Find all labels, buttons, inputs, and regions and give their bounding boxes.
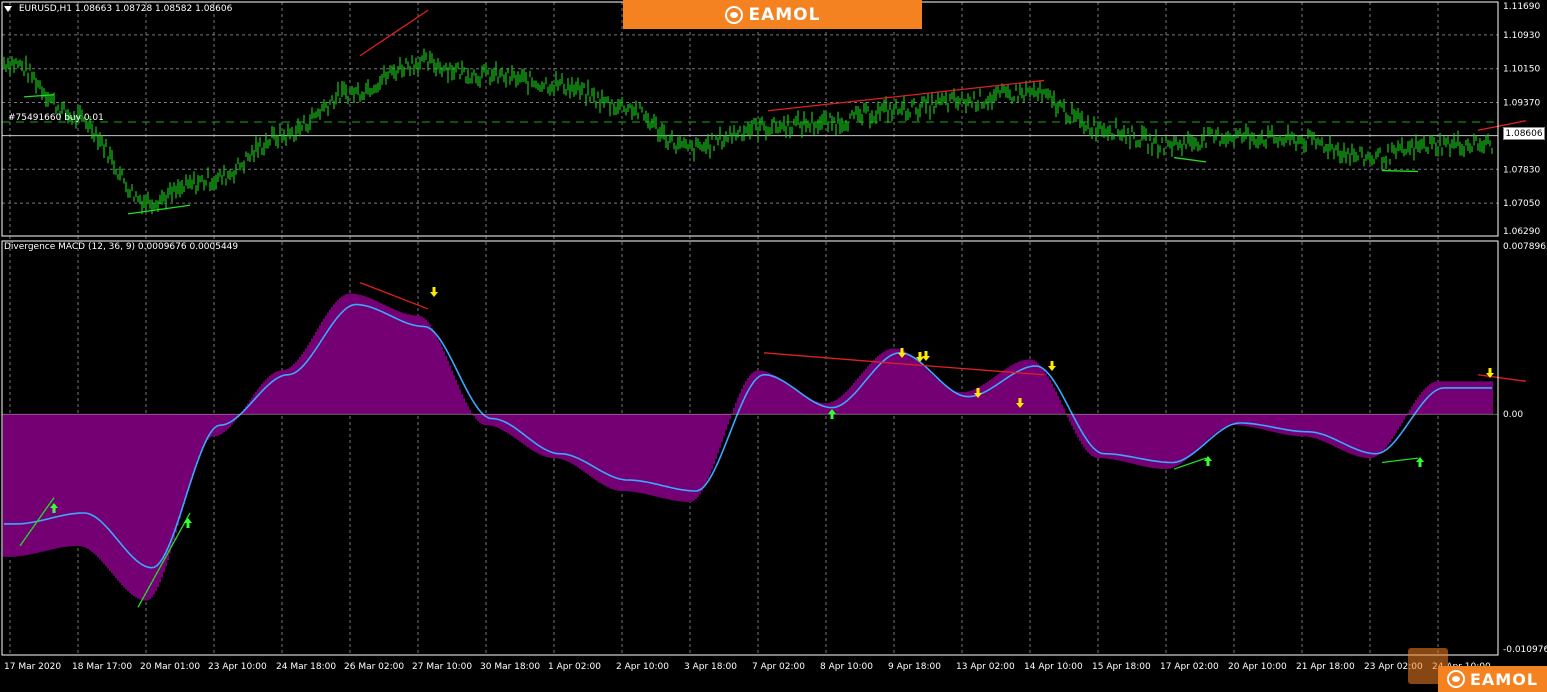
buy-arrow-icon xyxy=(184,518,192,528)
time-axis-label: 20 Apr 10:00 xyxy=(1228,662,1287,672)
time-axis-label: 24 Mar 18:00 xyxy=(276,662,336,672)
bearish-divergence-line xyxy=(767,79,1045,112)
time-axis-label: 30 Mar 18:00 xyxy=(480,662,540,672)
macd-bullish-divergence-line xyxy=(19,497,55,547)
macd-axis-label: -0.0109763 xyxy=(1503,645,1547,655)
brand-banner: EAMOL xyxy=(623,0,922,29)
arrow-shape xyxy=(184,518,192,528)
sell-arrow-icon xyxy=(430,287,438,297)
time-axis-label: 23 Apr 10:00 xyxy=(208,662,267,672)
arrow-shape xyxy=(1016,398,1024,408)
macd-signal-line xyxy=(4,303,1492,569)
price-pane-border xyxy=(1,1,1499,237)
brand-banner-text: EAMOL xyxy=(748,4,821,25)
arrow-shape xyxy=(50,503,58,513)
time-axis-label: 17 Mar 2020 xyxy=(4,662,61,672)
time-axis-label: 21 Apr 18:00 xyxy=(1296,662,1355,672)
brand-corner-logo-icon xyxy=(1446,670,1465,688)
bullish-divergence-line xyxy=(1173,156,1207,163)
time-axis-label: 8 Apr 10:00 xyxy=(820,662,873,672)
brand-logo-icon xyxy=(724,5,743,24)
buy-arrow-icon xyxy=(1204,456,1212,466)
macd-bullish-divergence-line xyxy=(1173,457,1207,470)
time-axis-label: 20 Mar 01:00 xyxy=(140,662,200,672)
chart-grid xyxy=(2,1,1498,655)
sell-arrow-icon xyxy=(922,351,930,361)
current-price-tag: 1.08606 xyxy=(1503,127,1545,140)
time-axis-label: 27 Mar 10:00 xyxy=(412,662,472,672)
sell-arrow-icon xyxy=(1048,361,1056,371)
indicator-label: Divergence MACD (12, 36, 9) 0.0009676 0.… xyxy=(4,242,239,252)
macd-pane-border xyxy=(1,240,1499,656)
brand-corner-text: EAMOL xyxy=(1469,669,1539,689)
price-axis-label: 1.07050 xyxy=(1503,199,1540,209)
time-axis-label: 15 Apr 18:00 xyxy=(1092,662,1151,672)
price-axis-label: 1.06290 xyxy=(1503,227,1540,237)
time-axis-label: 3 Apr 18:00 xyxy=(684,662,737,672)
price-axis-label: 1.10930 xyxy=(1503,31,1540,41)
macd-axis-label: 0.0078963 xyxy=(1503,242,1547,252)
price-axis-label: 1.07830 xyxy=(1503,165,1540,175)
symbol-label: EURUSD,H1 xyxy=(18,4,72,14)
order-label[interactable]: #75491660 buy 0.01 xyxy=(8,113,104,123)
time-axis-label: 26 Mar 02:00 xyxy=(344,662,404,672)
sell-arrow-icon xyxy=(898,348,906,358)
time-axis-label: 7 Apr 02:00 xyxy=(752,662,805,672)
chart-axes: 1.11690 1.10930 1.10150 1.09370 1.07830 1.070… xyxy=(1,1,1547,672)
time-axis-label: 14 Apr 10:00 xyxy=(1024,662,1083,672)
macd-pane[interactable] xyxy=(2,281,1527,608)
time-axis-label: 17 Apr 02:00 xyxy=(1160,662,1219,672)
macd-bullish-divergence-line xyxy=(1381,457,1419,464)
time-axis-label: 13 Apr 02:00 xyxy=(956,662,1015,672)
price-axis-label: 1.11690 xyxy=(1503,2,1540,12)
macd-bearish-divergence-line xyxy=(1477,374,1527,382)
time-axis-label: 9 Apr 18:00 xyxy=(888,662,941,672)
arrow-shape xyxy=(898,348,906,358)
buy-arrow-icon xyxy=(50,503,58,513)
collapse-triangle-icon[interactable] xyxy=(4,5,12,12)
arrow-shape xyxy=(922,351,930,361)
arrow-shape xyxy=(1204,456,1212,466)
price-axis-label: 1.09370 xyxy=(1503,99,1540,109)
time-axis-label: 2 Apr 10:00 xyxy=(616,662,669,672)
ohlc-values: 1.08663 1.08728 1.08582 1.08606 xyxy=(74,4,233,14)
sell-arrow-icon xyxy=(1016,398,1024,408)
bullish-divergence-line xyxy=(1381,169,1419,173)
symbol-header: EURUSD,H1 1.08663 1.08728 1.08582 1.0860… xyxy=(4,4,232,14)
time-axis-label: 1 Apr 02:00 xyxy=(548,662,601,672)
arrow-shape xyxy=(828,409,836,419)
arrow-shape xyxy=(1048,361,1056,371)
price-pane[interactable] xyxy=(2,9,1527,215)
macd-axis-label: 0.00 xyxy=(1503,410,1523,420)
brand-corner: EAMOL xyxy=(1438,666,1547,692)
arrow-shape xyxy=(430,287,438,297)
chart-canvas[interactable]: 1.11690 1.10930 1.10150 1.09370 1.07830 1.070… xyxy=(0,0,1547,692)
bullish-divergence-line xyxy=(127,204,191,215)
time-axis-label: 18 Mar 17:00 xyxy=(72,662,132,672)
buy-arrow-icon xyxy=(828,409,836,419)
price-axis-label: 1.10150 xyxy=(1503,65,1540,75)
